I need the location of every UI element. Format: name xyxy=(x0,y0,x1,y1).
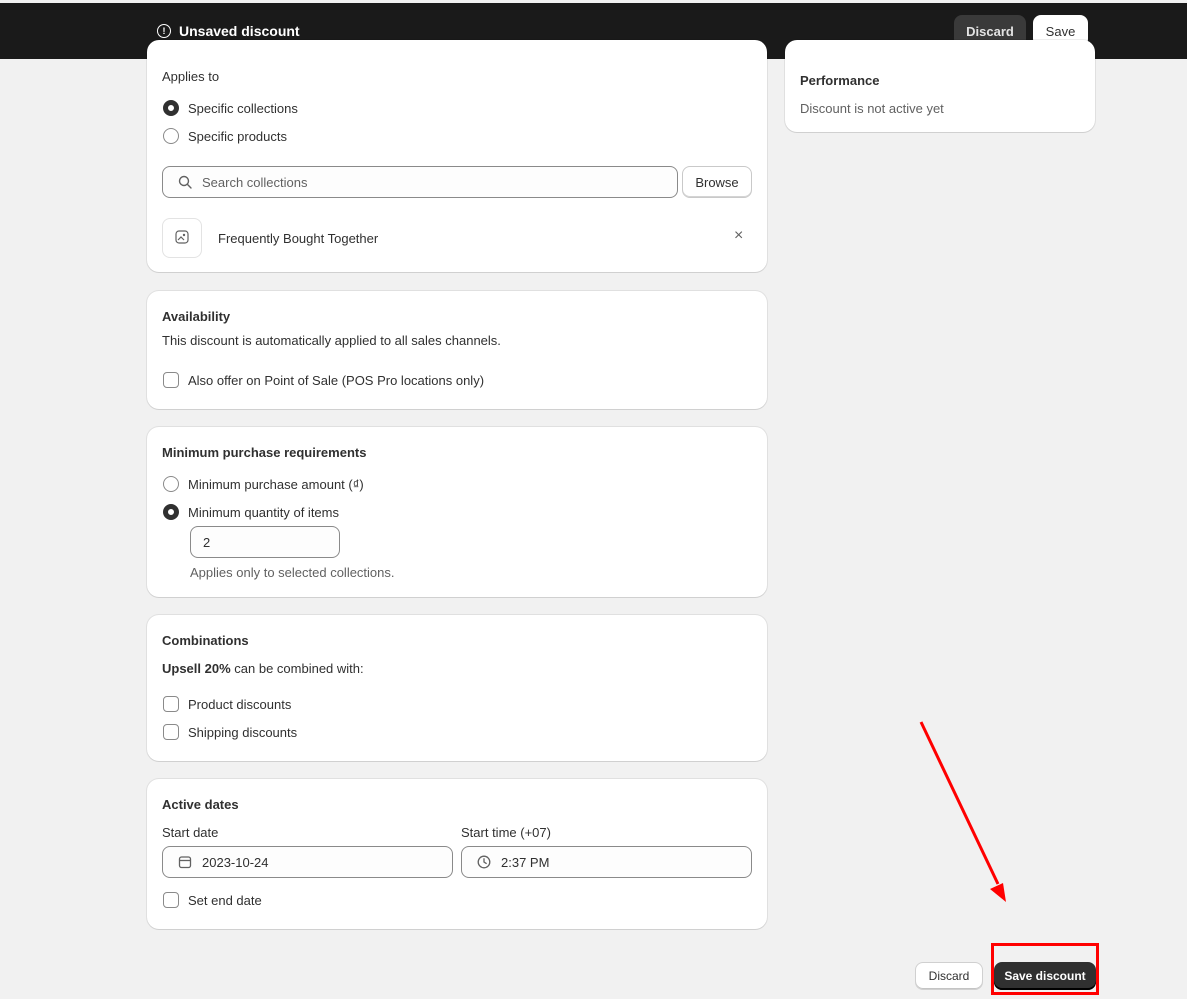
start-date-label: Start date xyxy=(162,825,219,840)
start-time-value: 2:37 PM xyxy=(501,854,550,870)
remove-collection-icon[interactable]: × xyxy=(734,228,743,244)
radio-label-specific-collections[interactable]: Specific collections xyxy=(188,101,298,116)
collection-thumbnail xyxy=(162,218,202,258)
shipping-discounts-label[interactable]: Shipping discounts xyxy=(188,725,297,740)
pos-checkbox[interactable] xyxy=(163,372,179,388)
radio-label-minimum-amount[interactable]: Minimum purchase amount (₫) xyxy=(188,477,364,492)
search-placeholder: Search collections xyxy=(202,174,308,190)
minimum-requirements-heading: Minimum purchase requirements xyxy=(162,445,367,460)
combinations-heading: Combinations xyxy=(162,633,249,648)
radio-label-specific-products[interactable]: Specific products xyxy=(188,129,287,144)
selected-collection-name: Frequently Bought Together xyxy=(218,231,379,246)
search-collections-input[interactable]: Search collections xyxy=(162,166,678,198)
set-end-date-checkbox[interactable] xyxy=(163,892,179,908)
discount-name: Upsell 20% xyxy=(162,661,231,676)
footer-discard-button[interactable]: Discard xyxy=(915,962,983,990)
start-time-input[interactable]: 2:37 PM xyxy=(461,846,752,878)
radio-label-minimum-quantity[interactable]: Minimum quantity of items xyxy=(188,505,339,520)
availability-description: This discount is automatically applied t… xyxy=(162,333,501,348)
start-time-label: Start time (+07) xyxy=(461,825,551,840)
applies-to-heading: Applies to xyxy=(162,69,220,84)
start-date-input[interactable]: 2023-10-24 xyxy=(162,846,453,878)
search-icon xyxy=(178,175,192,189)
availability-heading: Availability xyxy=(162,309,231,324)
product-discounts-checkbox[interactable] xyxy=(163,696,179,712)
performance-status: Discount is not active yet xyxy=(800,101,944,116)
shipping-discounts-checkbox[interactable] xyxy=(163,724,179,740)
combinations-card: Combinations Upsell 20% can be combined … xyxy=(147,615,767,761)
active-dates-heading: Active dates xyxy=(162,797,239,812)
availability-card: Availability This discount is automatica… xyxy=(147,291,767,409)
minimum-quantity-input[interactable]: 2 xyxy=(190,526,340,558)
minimum-requirements-help: Applies only to selected collections. xyxy=(190,565,395,580)
performance-card: Performance Discount is not active yet xyxy=(785,40,1095,132)
pos-checkbox-label[interactable]: Also offer on Point of Sale (POS Pro loc… xyxy=(188,373,484,388)
applies-to-card: Applies to Specific collections Specific… xyxy=(147,40,767,272)
clock-icon xyxy=(477,855,491,869)
page-title-text: Unsaved discount xyxy=(179,23,300,39)
radio-specific-collections[interactable] xyxy=(163,100,179,116)
combine-text: can be combined with: xyxy=(234,661,364,676)
minimum-quantity-value: 2 xyxy=(203,534,211,550)
performance-heading: Performance xyxy=(800,73,880,88)
start-date-value: 2023-10-24 xyxy=(202,854,269,870)
browse-button[interactable]: Browse xyxy=(682,166,752,198)
radio-minimum-amount[interactable] xyxy=(163,476,179,492)
highlight-box xyxy=(991,943,1099,995)
product-discounts-label[interactable]: Product discounts xyxy=(188,697,291,712)
calendar-icon xyxy=(178,855,192,869)
combinations-description: Upsell 20% can be combined with: xyxy=(162,661,364,676)
minimum-requirements-card: Minimum purchase requirements Minimum pu… xyxy=(147,427,767,597)
set-end-date-label[interactable]: Set end date xyxy=(188,893,262,908)
radio-minimum-quantity[interactable] xyxy=(163,504,179,520)
alert-circle-icon: ! xyxy=(157,24,171,38)
active-dates-card: Active dates Start date Start time (+07)… xyxy=(147,779,767,929)
radio-specific-products[interactable] xyxy=(163,128,179,144)
image-placeholder-icon xyxy=(175,229,189,247)
